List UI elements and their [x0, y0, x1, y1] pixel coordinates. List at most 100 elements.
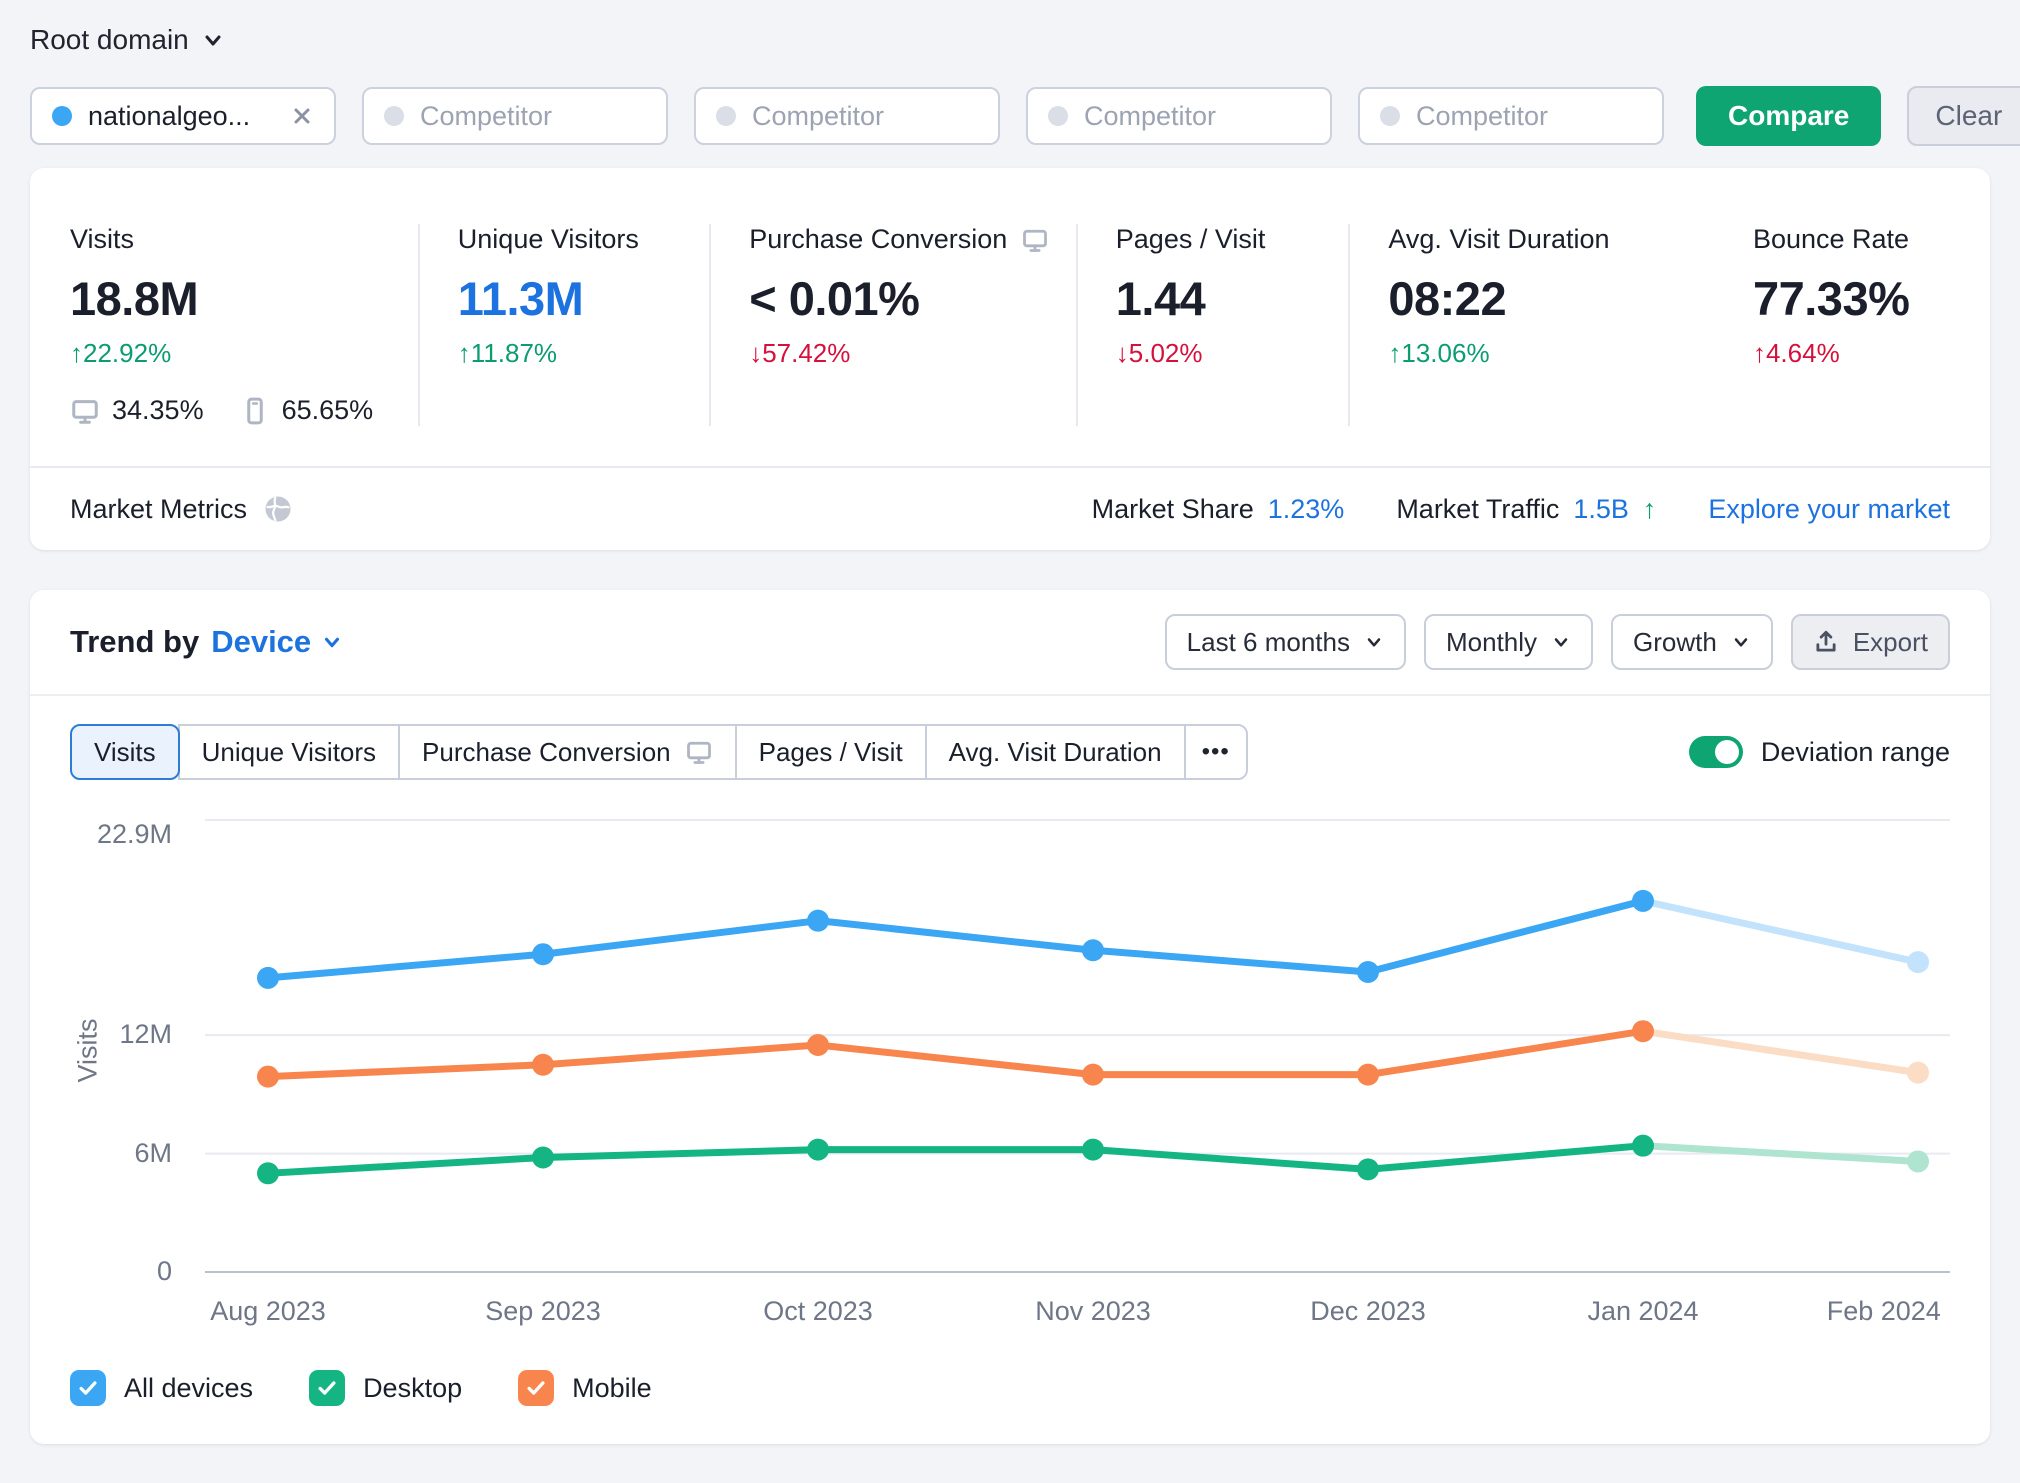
metric-label-text: Purchase Conversion [749, 224, 1007, 255]
chevron-down-icon [1551, 632, 1571, 652]
metric-change: ↓57.42% [749, 338, 1056, 369]
deviation-range-control: Deviation range [1689, 736, 1950, 768]
y-tick-label: 0 [72, 1256, 172, 1287]
page: Root domain nationalgeo... Competitor Co… [0, 0, 2020, 1470]
x-tick-label: Feb 2024 [1827, 1296, 1941, 1327]
market-metrics-values: Market Share 1.23% Market Traffic 1.5B ↑… [1092, 494, 1950, 525]
tab-visits[interactable]: Visits [70, 724, 180, 780]
metric-change: ↑22.92% [70, 338, 398, 369]
x-tick-label: Sep 2023 [485, 1296, 601, 1327]
mobile-share: 65.65% [240, 395, 374, 426]
chevron-down-icon [321, 631, 343, 653]
granularity-dropdown[interactable]: Monthly [1424, 614, 1593, 670]
market-share-value[interactable]: 1.23% [1268, 494, 1345, 525]
metric-label: Unique Visitors [458, 224, 689, 255]
metric-value: 1.44 [1116, 271, 1329, 326]
main-domain-text: nationalgeo... [88, 101, 274, 132]
competitor-placeholder: Competitor [1084, 101, 1216, 132]
market-traffic-value[interactable]: 1.5B [1573, 494, 1629, 525]
x-tick-label: Dec 2023 [1310, 1296, 1426, 1327]
globe-icon [263, 494, 293, 524]
chevron-down-icon [201, 28, 225, 52]
tab-pages-per-visit[interactable]: Pages / Visit [735, 724, 927, 780]
granularity-label: Monthly [1446, 627, 1537, 658]
trend-dimension-label: Device [211, 624, 311, 660]
tab-unique-visitors[interactable]: Unique Visitors [178, 724, 400, 780]
metric-pages-per-visit: Pages / Visit 1.44 ↓5.02% [1076, 224, 1349, 426]
tab-purchase-conversion[interactable]: Purchase Conversion [398, 724, 737, 780]
metric-value: 08:22 [1388, 271, 1695, 326]
metrics-columns: Visits 18.8M ↑22.92% 34.35% 65.65% [30, 168, 1990, 466]
trend-chart-svg [205, 810, 1950, 1280]
tab-more-options[interactable]: ••• [1184, 724, 1248, 780]
desktop-icon [70, 396, 100, 426]
metric-change: ↑4.64% [1753, 338, 1930, 369]
metric-change: ↑11.87% [458, 338, 689, 369]
mobile-icon [240, 396, 270, 426]
x-tick-label: Oct 2023 [763, 1296, 873, 1327]
legend-item-desktop[interactable]: Desktop [309, 1370, 462, 1406]
metric-change: ↑13.06% [1388, 338, 1695, 369]
market-traffic-label: Market Traffic [1396, 494, 1559, 525]
metric-tabs-row: Visits Unique Visitors Purchase Conversi… [30, 696, 1990, 780]
tab-label: Purchase Conversion [422, 737, 671, 768]
competitor-input-2[interactable]: Competitor [694, 87, 1000, 145]
metric-label: Purchase Conversion [749, 224, 1056, 255]
tab-label: Visits [94, 737, 156, 768]
main-domain-chip[interactable]: nationalgeo... [30, 87, 336, 145]
competitor-input-3[interactable]: Competitor [1026, 87, 1332, 145]
legend-item-all-devices[interactable]: All devices [70, 1370, 253, 1406]
mode-dropdown[interactable]: Growth [1611, 614, 1773, 670]
trend-title: Trend by Device [70, 624, 343, 660]
trend-dimension-dropdown[interactable]: Device [211, 624, 343, 660]
metric-avg-visit-duration: Avg. Visit Duration 08:22 ↑13.06% [1348, 224, 1715, 426]
export-button[interactable]: Export [1791, 614, 1950, 670]
trend-plot [205, 810, 1950, 1280]
ellipsis-icon: ••• [1202, 738, 1230, 766]
y-axis-ticks: 06M12M22.9M [70, 810, 188, 1280]
compare-button[interactable]: Compare [1696, 86, 1881, 146]
metrics-card: Visits 18.8M ↑22.92% 34.35% 65.65% [30, 168, 1990, 550]
chevron-down-icon [1731, 632, 1751, 652]
date-range-dropdown[interactable]: Last 6 months [1165, 614, 1406, 670]
market-metrics-title: Market Metrics [70, 494, 247, 525]
legend-checkbox[interactable] [309, 1370, 345, 1406]
x-axis-labels: Aug 2023Sep 2023Oct 2023Nov 2023Dec 2023… [205, 1296, 1950, 1340]
deviation-range-toggle[interactable] [1689, 736, 1743, 768]
chevron-down-icon [1364, 632, 1384, 652]
close-icon[interactable] [290, 104, 314, 128]
competitor-input-1[interactable]: Competitor [362, 87, 668, 145]
metric-value: 18.8M [70, 271, 398, 326]
tab-label: Unique Visitors [202, 737, 376, 768]
explore-your-market-link[interactable]: Explore your market [1708, 494, 1950, 525]
root-domain-label: Root domain [30, 24, 189, 56]
desktop-share-value: 34.35% [112, 395, 204, 426]
device-split: 34.35% 65.65% [70, 395, 398, 426]
y-tick-label: 6M [72, 1138, 172, 1169]
domain-color-dot [52, 106, 72, 126]
metric-label: Visits [70, 224, 398, 255]
date-range-label: Last 6 months [1187, 627, 1350, 658]
root-domain-dropdown[interactable]: Root domain [30, 24, 1990, 56]
clear-button[interactable]: Clear [1907, 86, 2020, 146]
tab-avg-visit-duration[interactable]: Avg. Visit Duration [925, 724, 1186, 780]
market-metrics-title-group: Market Metrics [70, 494, 293, 525]
trend-controls: Last 6 months Monthly Growth Export [1165, 614, 1950, 670]
metric-purchase-conversion: Purchase Conversion < 0.01% ↓57.42% [709, 224, 1076, 426]
legend-item-mobile[interactable]: Mobile [518, 1370, 652, 1406]
metric-value: 77.33% [1753, 271, 1930, 326]
tab-label: Pages / Visit [759, 737, 903, 768]
metric-change: ↓5.02% [1116, 338, 1329, 369]
x-tick-label: Nov 2023 [1035, 1296, 1151, 1327]
competitor-placeholder: Competitor [1416, 101, 1548, 132]
legend-checkbox[interactable] [518, 1370, 554, 1406]
deviation-range-label: Deviation range [1761, 737, 1950, 768]
mobile-share-value: 65.65% [282, 395, 374, 426]
competitor-input-4[interactable]: Competitor [1358, 87, 1664, 145]
legend-checkbox[interactable] [70, 1370, 106, 1406]
metric-tabs: Visits Unique Visitors Purchase Conversi… [70, 724, 1248, 780]
market-share: Market Share 1.23% [1092, 494, 1345, 525]
competitor-dot [1048, 106, 1068, 126]
y-tick-label: 22.9M [72, 819, 172, 850]
competitor-placeholder: Competitor [752, 101, 884, 132]
